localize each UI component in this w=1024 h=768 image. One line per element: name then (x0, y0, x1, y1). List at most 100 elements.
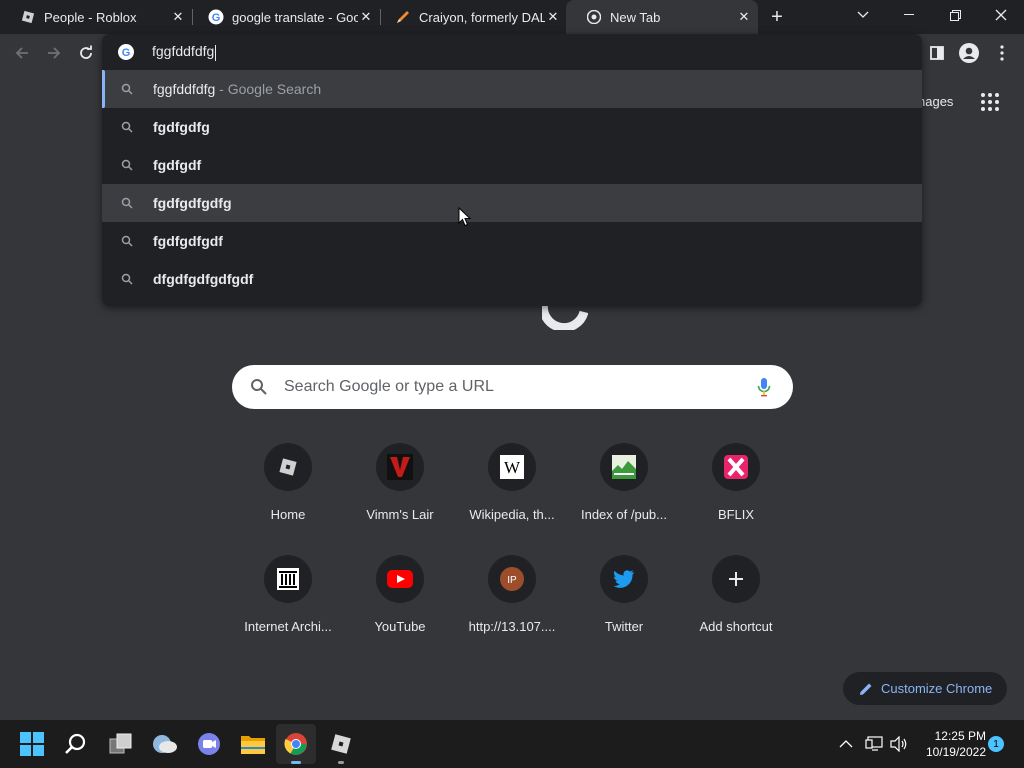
ip-glyph: IP (507, 575, 517, 586)
customize-label: Customize Chrome (881, 681, 993, 696)
tab-google-translate[interactable]: G google translate - Goo ✕ (188, 0, 380, 34)
search-icon (120, 272, 134, 286)
tab-new-tab[interactable]: New Tab ✕ (566, 0, 758, 34)
svg-text:W: W (504, 458, 521, 477)
tab-search-icon[interactable] (840, 0, 886, 30)
tab-roblox[interactable]: People - Roblox ✕ (0, 0, 192, 34)
shortcut-tile[interactable]: W Wikipedia, th... (456, 443, 568, 555)
google-icon: G (208, 9, 224, 25)
roblox-icon (20, 9, 36, 25)
google-apps-icon[interactable] (980, 92, 1000, 112)
google-icon: G (118, 44, 134, 60)
pencil-icon (859, 682, 873, 696)
shortcut-label: Vimm's Lair (366, 507, 434, 522)
close-tab-icon[interactable]: ✕ (545, 9, 561, 25)
craiyon-icon (395, 9, 411, 25)
profile-icon[interactable] (955, 39, 983, 67)
omnibox-suggestion[interactable]: fggfddfdfg - Google Search (102, 70, 922, 108)
suggestion-text: fgdfgdf (153, 157, 202, 173)
suggestion-subtext: - Google Search (215, 81, 322, 97)
omnibox-suggestion[interactable]: fgdfgdfg (102, 108, 922, 146)
chrome-taskbar-icon[interactable] (282, 730, 310, 764)
shortcut-label: Add shortcut (699, 619, 773, 634)
tab-title: Craiyon, formerly DALL (419, 9, 545, 25)
search-icon (250, 378, 268, 396)
shortcut-tile[interactable]: BFLIX (680, 443, 792, 555)
add-shortcut-tile[interactable]: Add shortcut (680, 555, 792, 667)
search-icon[interactable] (62, 730, 90, 758)
forward-button[interactable] (40, 39, 68, 67)
microphone-icon[interactable] (757, 377, 771, 397)
plus-icon (712, 555, 760, 603)
minimize-button[interactable] (886, 0, 932, 30)
tab-title: google translate - Goo (232, 9, 358, 25)
search-icon (120, 120, 134, 134)
mouse-pointer-icon (458, 206, 472, 227)
tab-craiyon[interactable]: Craiyon, formerly DALL ✕ (375, 0, 567, 34)
images-link[interactable]: nages (918, 94, 953, 109)
bflix-icon (712, 443, 760, 491)
svg-text:G: G (212, 12, 221, 24)
clock-date: 10/19/2022 (925, 745, 986, 759)
shortcut-tile[interactable]: Twitter (568, 555, 680, 667)
network-icon[interactable] (864, 734, 884, 754)
shortcut-tile[interactable]: YouTube (344, 555, 456, 667)
restore-button[interactable] (932, 0, 978, 30)
shortcut-tile[interactable]: IP http://13.107.... (456, 555, 568, 667)
system-clock[interactable]: 12:25 PM 10/19/2022 (918, 728, 986, 760)
volume-icon[interactable] (889, 734, 909, 754)
omnibox-suggestion[interactable]: fgdfgdfgdf (102, 222, 922, 260)
search-icon (120, 196, 134, 210)
shortcut-label: http://13.107.... (468, 619, 556, 634)
close-tab-icon[interactable]: ✕ (170, 9, 186, 25)
side-panel-icon[interactable] (923, 39, 951, 67)
shortcut-label: Home (270, 507, 306, 522)
roblox-taskbar-icon[interactable] (327, 730, 355, 764)
shortcut-label: Index of /pub... (580, 507, 667, 522)
tab-title: New Tab (610, 9, 661, 25)
address-input[interactable]: fggfddfdfg (152, 43, 214, 59)
suggestion-text: fgdfgdfg (153, 119, 210, 135)
widgets-icon[interactable] (151, 730, 179, 758)
shortcut-tile[interactable]: Vimm's Lair (344, 443, 456, 555)
shortcut-tile[interactable]: Index of /pub... (568, 443, 680, 555)
reload-button[interactable] (72, 39, 100, 67)
twitter-icon (600, 555, 648, 603)
index-icon (600, 443, 648, 491)
shortcut-label: Internet Archi... (244, 619, 332, 634)
close-tab-icon[interactable]: ✕ (736, 9, 752, 25)
chrome-icon (586, 9, 602, 25)
suggestion-text: fgdfgdfgdfg (153, 195, 232, 211)
notification-badge[interactable]: 1 (988, 736, 1004, 752)
wikipedia-icon: W (488, 443, 536, 491)
shortcut-tile[interactable]: Internet Archi... (232, 555, 344, 667)
suggestion-text: dfgdfgdfgdfgdf (153, 271, 254, 287)
customize-chrome-button[interactable]: Customize Chrome (843, 672, 1007, 705)
close-window-button[interactable] (978, 0, 1024, 30)
youtube-icon (376, 555, 424, 603)
omnibox-suggestion[interactable]: fgdfgdfgdfg (102, 184, 922, 222)
new-tab-button[interactable]: + (765, 5, 789, 29)
search-placeholder: Search Google or type a URL (284, 378, 494, 395)
vimms-lair-icon (376, 443, 424, 491)
omnibox-suggestion[interactable]: fgdfgdf (102, 146, 922, 184)
omnibox-suggestion[interactable]: dfgdfgdfgdfgdf (102, 260, 922, 298)
chevron-up-icon[interactable] (836, 734, 856, 754)
teams-chat-icon[interactable] (195, 730, 223, 758)
tab-strip: People - Roblox ✕ G google translate - G… (0, 0, 1024, 34)
task-view-icon[interactable] (107, 730, 135, 758)
ip-icon: IP (488, 555, 536, 603)
file-explorer-icon[interactable] (239, 730, 267, 758)
shortcut-label: YouTube (374, 619, 426, 634)
address-bar[interactable]: G fggfddfdfg (102, 34, 922, 70)
internet-archive-icon (264, 555, 312, 603)
shortcut-tile[interactable]: Home (232, 443, 344, 555)
roblox-icon (264, 443, 312, 491)
back-button[interactable] (8, 39, 36, 67)
ntp-search-box[interactable]: Search Google or type a URL (232, 365, 793, 409)
svg-text:G: G (122, 47, 131, 59)
windows-start-icon[interactable] (18, 730, 46, 758)
shortcut-label: BFLIX (717, 507, 755, 522)
menu-icon[interactable] (988, 39, 1016, 67)
close-tab-icon[interactable]: ✕ (358, 9, 374, 25)
